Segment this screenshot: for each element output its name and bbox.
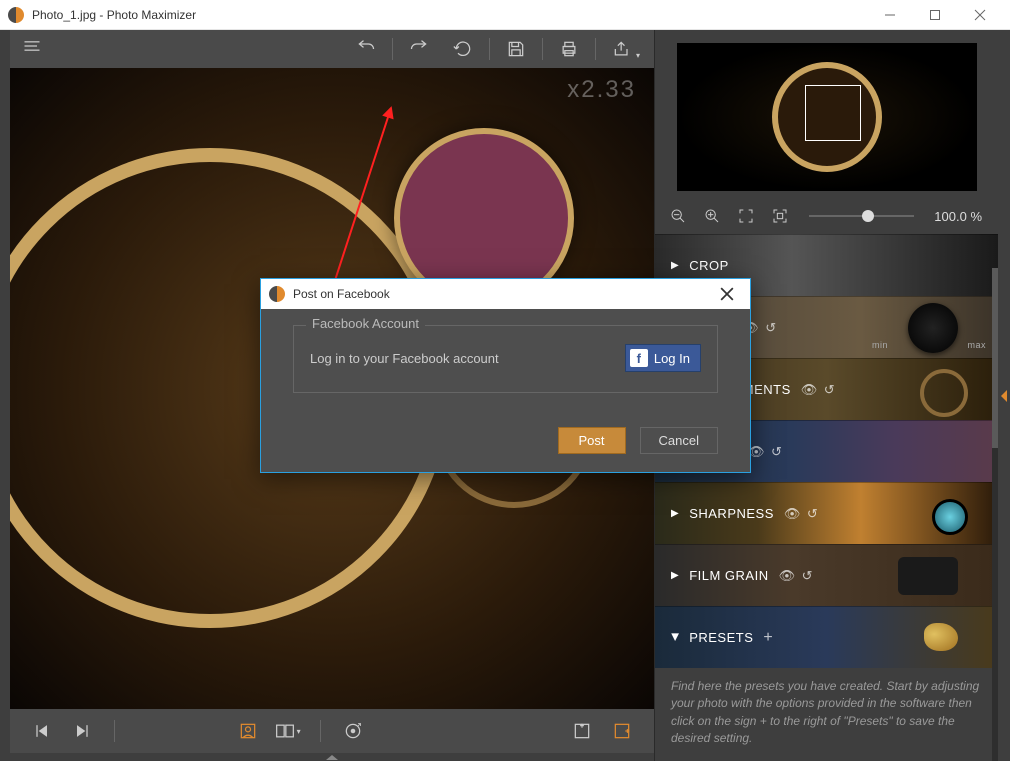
triangle-left-icon bbox=[1001, 390, 1007, 402]
rotate-button[interactable] bbox=[339, 717, 367, 745]
collapse-bottom-button[interactable] bbox=[10, 753, 654, 761]
app-logo-icon bbox=[8, 7, 24, 23]
toolbar-separator bbox=[114, 720, 115, 742]
reset-icon[interactable]: ↺ bbox=[807, 506, 818, 522]
actual-size-button[interactable] bbox=[608, 717, 636, 745]
zoom-value-label: 100.0 % bbox=[930, 209, 982, 224]
facebook-dialog: Post on Facebook Facebook Account Log in… bbox=[260, 278, 751, 473]
dropdown-caret-icon: ▾ bbox=[636, 51, 640, 60]
compare-view-button[interactable]: ▾ bbox=[274, 717, 302, 745]
panel-label: SHARPNESS bbox=[689, 506, 774, 521]
window-close-button[interactable] bbox=[957, 0, 1002, 30]
facebook-account-group: Facebook Account Log in to your Facebook… bbox=[293, 325, 718, 393]
panel-sharpness[interactable]: ▶ SHARPNESS 👁 ↺ bbox=[655, 482, 998, 544]
zoom-in-button[interactable] bbox=[699, 203, 725, 229]
fieldset-legend: Facebook Account bbox=[306, 316, 425, 331]
single-view-button[interactable] bbox=[234, 717, 262, 745]
scrollbar-thumb[interactable] bbox=[992, 268, 998, 448]
reset-icon[interactable]: ↺ bbox=[771, 444, 782, 460]
zoom-slider[interactable] bbox=[809, 215, 914, 217]
window-minimize-button[interactable] bbox=[867, 0, 912, 30]
chevron-right-icon: ▶ bbox=[671, 260, 679, 271]
redo-button[interactable] bbox=[399, 34, 439, 64]
bottom-toolbar: ▾ bbox=[10, 709, 654, 753]
presets-help-text: Find here the presets you have created. … bbox=[655, 668, 998, 761]
facebook-login-button[interactable]: f Log In bbox=[625, 344, 701, 372]
login-button-label: Log In bbox=[654, 351, 690, 366]
save-button[interactable] bbox=[496, 34, 536, 64]
max-label: max bbox=[967, 340, 986, 350]
navigator-thumbnail[interactable] bbox=[655, 30, 998, 198]
toolbar-separator bbox=[489, 38, 490, 60]
zoom-overlay-label: x2.33 bbox=[567, 76, 636, 104]
right-scrollbar[interactable] bbox=[992, 268, 998, 761]
min-label: min bbox=[872, 340, 888, 350]
collapse-right-button[interactable] bbox=[998, 30, 1010, 761]
window-maximize-button[interactable] bbox=[912, 0, 957, 30]
toolbar-separator bbox=[320, 720, 321, 742]
navigator-viewport-box[interactable] bbox=[805, 85, 861, 141]
dialog-close-button[interactable] bbox=[712, 279, 742, 309]
share-button[interactable]: ▾ bbox=[602, 34, 642, 64]
actual-pixels-button[interactable] bbox=[767, 203, 793, 229]
panel-presets[interactable]: ▶ PRESETS + bbox=[655, 606, 998, 668]
app-logo-icon bbox=[269, 286, 285, 302]
chevron-right-icon: ▶ bbox=[671, 570, 679, 581]
add-preset-icon[interactable]: + bbox=[763, 629, 773, 647]
chevron-right-icon: ▶ bbox=[671, 508, 679, 519]
toolbar-separator bbox=[595, 38, 596, 60]
dropdown-caret-icon: ▾ bbox=[297, 727, 301, 736]
toolbar-separator bbox=[542, 38, 543, 60]
visibility-icon[interactable]: 👁 bbox=[784, 506, 801, 522]
cancel-button[interactable]: Cancel bbox=[640, 427, 718, 454]
chevron-down-icon: ▶ bbox=[670, 633, 681, 641]
window-title: Photo_1.jpg - Photo Maximizer bbox=[32, 8, 867, 22]
panel-label: CROP bbox=[689, 258, 729, 273]
facebook-icon: f bbox=[630, 349, 648, 367]
undo-button[interactable] bbox=[346, 34, 386, 64]
reset-icon[interactable]: ↺ bbox=[802, 568, 813, 584]
reset-button[interactable] bbox=[443, 34, 483, 64]
fit-screen-button[interactable] bbox=[568, 717, 596, 745]
dialog-titlebar[interactable]: Post on Facebook bbox=[261, 279, 750, 309]
next-image-button[interactable] bbox=[68, 717, 96, 745]
zoom-out-button[interactable] bbox=[665, 203, 691, 229]
zoom-slider-knob[interactable] bbox=[862, 210, 874, 222]
post-button[interactable]: Post bbox=[558, 427, 626, 454]
fit-window-button[interactable] bbox=[733, 203, 759, 229]
panel-film-grain[interactable]: ▶ FILM GRAIN 👁 ↺ bbox=[655, 544, 998, 606]
panel-label: FILM GRAIN bbox=[689, 568, 768, 583]
menu-button[interactable] bbox=[22, 36, 42, 62]
zoom-controls: 100.0 % bbox=[655, 198, 998, 234]
dialog-title: Post on Facebook bbox=[293, 287, 712, 301]
main-toolbar: ▾ bbox=[10, 30, 654, 68]
login-message: Log in to your Facebook account bbox=[310, 351, 499, 366]
left-gutter bbox=[0, 30, 10, 761]
visibility-icon[interactable]: 👁 bbox=[801, 382, 818, 398]
print-button[interactable] bbox=[549, 34, 589, 64]
reset-icon[interactable]: ↺ bbox=[765, 320, 776, 336]
noise-dial-icon bbox=[908, 303, 958, 353]
window-titlebar: Photo_1.jpg - Photo Maximizer bbox=[0, 0, 1010, 30]
first-image-button[interactable] bbox=[28, 717, 56, 745]
toolbar-separator bbox=[392, 38, 393, 60]
panel-label: PRESETS bbox=[689, 630, 753, 645]
reset-icon[interactable]: ↺ bbox=[824, 382, 835, 398]
visibility-icon[interactable]: 👁 bbox=[779, 568, 796, 584]
